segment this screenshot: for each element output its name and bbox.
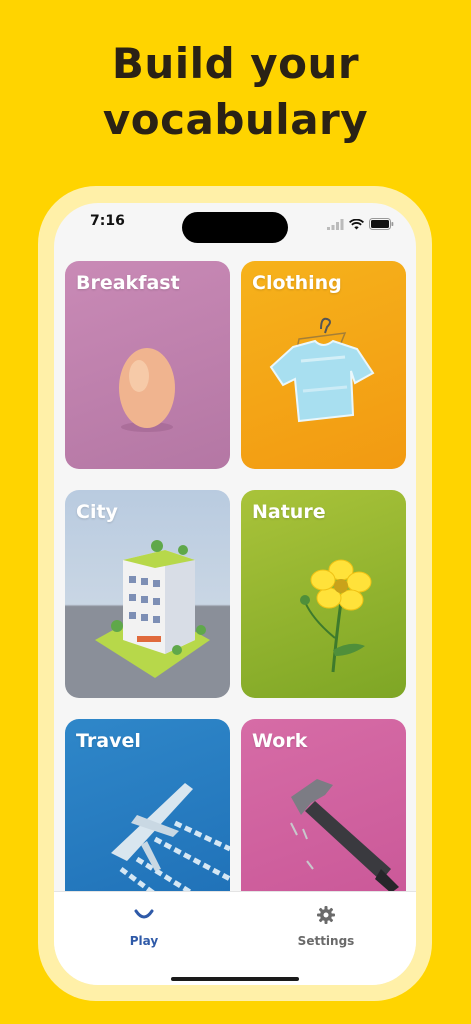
status-time: 7:16 (90, 213, 125, 229)
category-label: Travel (76, 730, 141, 752)
status-bar: 7:16 (54, 203, 416, 253)
category-label: Breakfast (76, 272, 180, 294)
signal-icon (327, 215, 344, 234)
battery-icon (369, 215, 394, 234)
wifi-icon (348, 215, 365, 234)
category-grid: Breakfast Clothing City Nature Travel Wo… (65, 261, 406, 891)
category-label: Work (252, 730, 308, 752)
category-card-city[interactable]: City (65, 490, 230, 698)
tab-settings-label: Settings (297, 934, 355, 948)
tab-settings[interactable]: Settings (266, 904, 386, 948)
headline: Build your vocabulary (102, 39, 369, 144)
tab-play[interactable]: Play (84, 904, 204, 948)
category-card-work[interactable]: Work (241, 719, 406, 891)
category-label: Nature (252, 501, 326, 523)
category-card-breakfast[interactable]: Breakfast (65, 261, 230, 469)
play-smile-icon (84, 904, 204, 926)
gear-icon (266, 904, 386, 926)
category-label: Clothing (252, 272, 342, 294)
dynamic-island (182, 212, 288, 243)
status-icons (327, 215, 394, 234)
tab-play-label: Play (129, 934, 159, 948)
category-label: City (76, 501, 118, 523)
phone-screen: 7:16 Breakfast Clothing City Nature Trav… (54, 203, 416, 985)
category-card-clothing[interactable]: Clothing (241, 261, 406, 469)
home-indicator[interactable] (171, 977, 299, 981)
tab-bar: Play Settings (54, 891, 416, 985)
category-card-travel[interactable]: Travel (65, 719, 230, 891)
category-card-nature[interactable]: Nature (241, 490, 406, 698)
